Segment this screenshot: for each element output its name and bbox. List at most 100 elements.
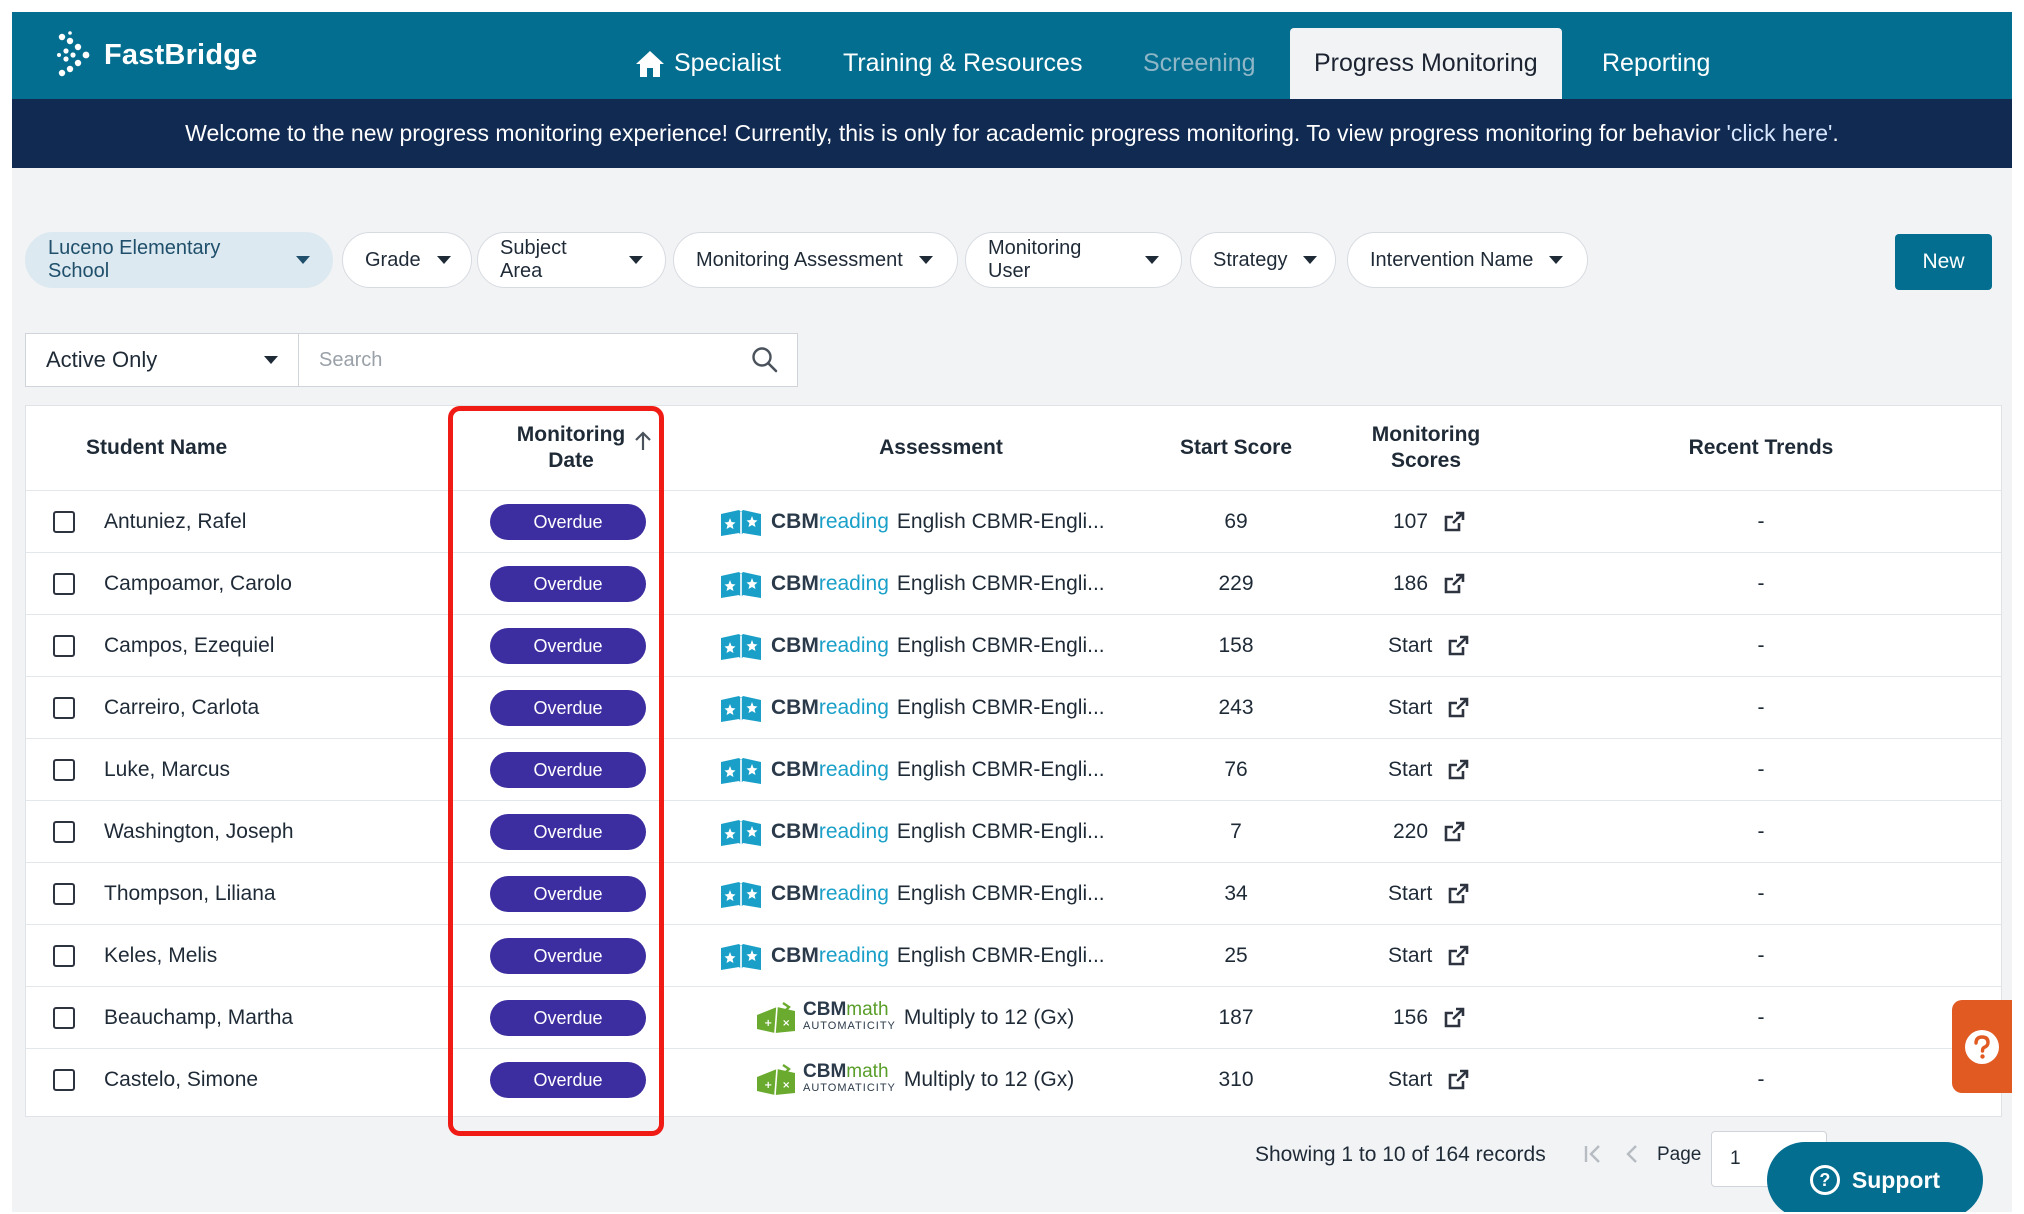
cbmreading-logo: CBMreading xyxy=(719,630,889,662)
sort-ascending-icon[interactable] xyxy=(632,430,654,452)
external-link-icon[interactable] xyxy=(1446,1068,1470,1092)
student-name[interactable]: Luke, Marcus xyxy=(104,739,230,801)
monitoring-score-cell[interactable]: Start xyxy=(1388,1049,1470,1111)
external-link-icon[interactable] xyxy=(1446,696,1470,720)
status-badge: Overdue xyxy=(490,628,646,664)
recent-trend: - xyxy=(1757,696,1765,719)
status-select[interactable]: Active Only xyxy=(25,333,299,387)
monitoring-score: 107 xyxy=(1393,510,1429,533)
assessment-name: English CBMR-Engli... xyxy=(896,820,1105,843)
column-student-name[interactable]: Student Name xyxy=(86,406,306,490)
school-filter[interactable]: Luceno Elementary School xyxy=(25,232,333,288)
book-icon xyxy=(721,510,761,536)
help-tab[interactable] xyxy=(1952,1000,2012,1093)
column-monitoring-date-line1: Monitoring xyxy=(516,423,626,446)
cbmreading-logo: CBMreading xyxy=(719,878,889,910)
start-score: 34 xyxy=(1224,882,1248,905)
student-name[interactable]: Carreiro, Carlota xyxy=(104,677,259,739)
table-row[interactable]: Thompson, Liliana Overdue CBMreading Eng… xyxy=(26,862,2001,925)
table-row[interactable]: Washington, Joseph Overdue CBMreading En… xyxy=(26,800,2001,863)
row-checkbox[interactable] xyxy=(53,635,75,657)
chevron-down-icon xyxy=(264,356,278,364)
table-row[interactable]: Luke, Marcus Overdue CBMreading English … xyxy=(26,738,2001,801)
cbmreading-logo: CBMreading xyxy=(719,506,889,538)
external-link-icon[interactable] xyxy=(1442,820,1466,844)
student-name[interactable]: Thompson, Liliana xyxy=(104,863,276,925)
nav-training-resources[interactable]: Training & Resources xyxy=(843,28,1082,99)
row-checkbox[interactable] xyxy=(53,945,75,967)
external-link-icon[interactable] xyxy=(1446,882,1470,906)
table-row[interactable]: Campos, Ezequiel Overdue CBMreading Engl… xyxy=(26,614,2001,677)
book-icon xyxy=(721,882,761,908)
strategy-filter[interactable]: Strategy xyxy=(1190,232,1336,288)
grade-filter[interactable]: Grade xyxy=(342,232,472,288)
column-recent-trends[interactable]: Recent Trends xyxy=(1646,406,1876,490)
first-page-icon[interactable] xyxy=(1580,1140,1606,1168)
nav-reporting[interactable]: Reporting xyxy=(1602,28,1710,99)
student-name[interactable]: Beauchamp, Martha xyxy=(104,987,293,1049)
monitoring-assessment-filter[interactable]: Monitoring Assessment xyxy=(673,232,958,288)
column-start-score[interactable]: Start Score xyxy=(1156,406,1316,490)
row-checkbox[interactable] xyxy=(53,511,75,533)
svg-text:×: × xyxy=(782,1018,790,1029)
monitoring-score-cell[interactable]: Start xyxy=(1388,863,1470,925)
table-row[interactable]: Castelo, Simone Overdue + × CBMmath AUTO… xyxy=(26,1048,2001,1111)
monitoring-user-filter[interactable]: Monitoring User xyxy=(965,232,1182,288)
external-link-icon[interactable] xyxy=(1442,510,1466,534)
row-checkbox[interactable] xyxy=(53,573,75,595)
new-button[interactable]: New xyxy=(1895,234,1992,290)
external-link-icon[interactable] xyxy=(1446,634,1470,658)
status-badge: Overdue xyxy=(490,1000,646,1036)
monitoring-score-cell[interactable]: Start xyxy=(1388,925,1470,987)
banner-link[interactable]: 'click here' xyxy=(1726,120,1832,147)
nav-specialist[interactable]: Specialist xyxy=(634,28,781,99)
column-monitoring-scores[interactable]: Monitoring Scores xyxy=(1346,406,1506,490)
cbmreading-logo: CBMreading xyxy=(719,692,889,724)
external-link-icon[interactable] xyxy=(1446,944,1470,968)
search-icon[interactable] xyxy=(751,346,779,374)
monitoring-score-cell[interactable]: Start xyxy=(1388,739,1470,801)
row-checkbox[interactable] xyxy=(53,883,75,905)
student-name[interactable]: Castelo, Simone xyxy=(104,1049,258,1111)
table-row[interactable]: Beauchamp, Martha Overdue + × CBMmath AU… xyxy=(26,986,2001,1049)
monitoring-score-cell[interactable]: Start xyxy=(1388,677,1470,739)
nav-progress-monitoring[interactable]: Progress Monitoring xyxy=(1290,28,1562,99)
support-button[interactable]: ? Support xyxy=(1767,1142,1983,1212)
row-checkbox[interactable] xyxy=(53,697,75,719)
row-checkbox[interactable] xyxy=(53,821,75,843)
column-recent-trends-label: Recent Trends xyxy=(1688,436,1834,459)
fastbridge-logo[interactable]: FastBridge xyxy=(56,28,257,82)
column-assessment[interactable]: Assessment xyxy=(806,406,1076,490)
student-name[interactable]: Keles, Melis xyxy=(104,925,217,987)
external-link-icon[interactable] xyxy=(1446,758,1470,782)
intervention-name-filter[interactable]: Intervention Name xyxy=(1347,232,1588,288)
table-row[interactable]: Antuniez, Rafel Overdue CBMreading Engli… xyxy=(26,490,2001,553)
student-name[interactable]: Campoamor, Carolo xyxy=(104,553,292,615)
assessment-name: Multiply to 12 (Gx) xyxy=(903,1006,1075,1029)
monitoring-score-cell[interactable]: Start xyxy=(1388,615,1470,677)
table-row[interactable]: Campoamor, Carolo Overdue CBMreading Eng… xyxy=(26,552,2001,615)
table-row[interactable]: Carreiro, Carlota Overdue CBMreading Eng… xyxy=(26,676,2001,739)
monitoring-score-cell[interactable]: 156 xyxy=(1393,987,1466,1049)
table-row[interactable]: Keles, Melis Overdue CBMreading English … xyxy=(26,924,2001,987)
row-checkbox[interactable] xyxy=(53,759,75,781)
row-checkbox[interactable] xyxy=(53,1069,75,1091)
search-input[interactable] xyxy=(317,347,751,373)
monitoring-score-cell[interactable]: 220 xyxy=(1393,801,1466,863)
external-link-icon[interactable] xyxy=(1442,1006,1466,1030)
external-link-icon[interactable] xyxy=(1442,572,1466,596)
monitoring-score-cell[interactable]: 107 xyxy=(1393,491,1466,553)
fastbridge-logo-icon xyxy=(57,31,90,77)
cbmreading-wordmark: CBMreading xyxy=(771,944,889,967)
student-name[interactable]: Campos, Ezequiel xyxy=(104,615,274,677)
previous-page-icon[interactable] xyxy=(1622,1140,1642,1168)
column-monitoring-date[interactable]: Monitoring Date xyxy=(466,406,676,490)
student-name[interactable]: Washington, Joseph xyxy=(104,801,294,863)
monitoring-score-cell[interactable]: 186 xyxy=(1393,553,1466,615)
subject-area-filter[interactable]: Subject Area xyxy=(477,232,666,288)
row-checkbox[interactable] xyxy=(53,1007,75,1029)
assessment-cell: CBMreading English CBMR-Engli... xyxy=(719,863,1105,925)
assessment-cell: CBMreading English CBMR-Engli... xyxy=(719,925,1105,987)
status-badge: Overdue xyxy=(490,566,646,602)
student-name[interactable]: Antuniez, Rafel xyxy=(104,491,246,553)
